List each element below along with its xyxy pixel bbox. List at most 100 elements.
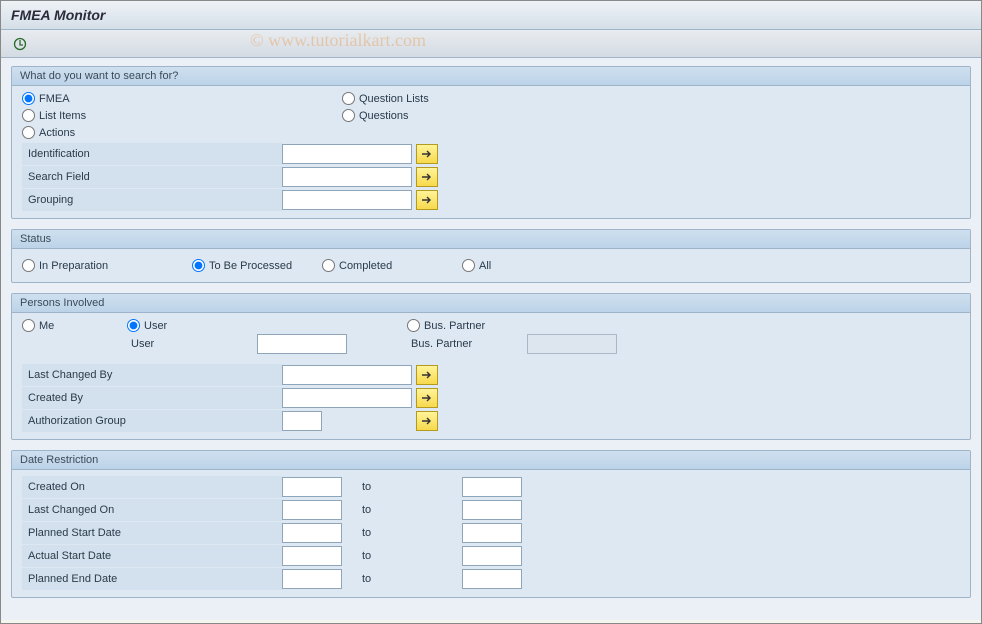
search-field-input[interactable] <box>282 167 412 187</box>
identification-label: Identification <box>22 143 282 165</box>
bus-partner-label: Bus. Partner <box>407 336 527 352</box>
radio-list-items[interactable]: List Items <box>22 109 342 122</box>
actual-start-label: Actual Start Date <box>22 545 282 567</box>
radio-question-lists[interactable]: Question Lists <box>342 92 542 105</box>
planned-end-to-input[interactable] <box>462 569 522 589</box>
content-area: What do you want to search for? FMEA Que… <box>1 58 981 620</box>
radio-me[interactable]: Me <box>22 319 127 332</box>
search-panel: What do you want to search for? FMEA Que… <box>11 66 971 219</box>
identification-select-button[interactable] <box>416 144 438 164</box>
actual-start-from-input[interactable] <box>282 546 342 566</box>
search-field-row: Search Field <box>22 166 960 188</box>
created-by-select-button[interactable] <box>416 388 438 408</box>
grouping-input[interactable] <box>282 190 412 210</box>
last-changed-label: Last Changed On <box>22 499 282 521</box>
bus-partner-input <box>527 334 617 354</box>
created-by-row: Created By <box>22 387 960 409</box>
user-input[interactable] <box>257 334 347 354</box>
grouping-row: Grouping <box>22 189 960 211</box>
last-changed-from-input[interactable] <box>282 500 342 520</box>
radio-question-lists-label: Question Lists <box>359 93 429 105</box>
radio-completed[interactable]: Completed <box>322 259 462 272</box>
planned-start-label: Planned Start Date <box>22 522 282 544</box>
auth-group-label: Authorization Group <box>22 410 282 432</box>
date-row-planned-end: Planned End Date to <box>22 568 960 590</box>
planned-start-from-input[interactable] <box>282 523 342 543</box>
status-panel-header: Status <box>12 230 970 249</box>
status-panel-body: In Preparation To Be Processed Completed… <box>12 249 970 282</box>
to-label: to <box>342 573 462 585</box>
search-field-select-button[interactable] <box>416 167 438 187</box>
planned-end-label: Planned End Date <box>22 568 282 590</box>
radio-to-process-label: To Be Processed <box>209 260 292 272</box>
date-panel-header: Date Restriction <box>12 451 970 470</box>
radio-user-label: User <box>144 320 167 332</box>
arrow-right-icon <box>421 370 433 380</box>
radio-questions[interactable]: Questions <box>342 109 542 122</box>
radio-bp-label: Bus. Partner <box>424 320 485 332</box>
planned-start-to-input[interactable] <box>462 523 522 543</box>
date-row-planned-start: Planned Start Date to <box>22 522 960 544</box>
radio-actions[interactable]: Actions <box>22 126 342 139</box>
radio-fmea[interactable]: FMEA <box>22 92 342 105</box>
radio-questions-label: Questions <box>359 110 409 122</box>
grouping-label: Grouping <box>22 189 282 211</box>
grouping-select-button[interactable] <box>416 190 438 210</box>
to-label: to <box>342 504 462 516</box>
to-label: to <box>342 527 462 539</box>
search-panel-header: What do you want to search for? <box>12 67 970 86</box>
radio-in-prep-label: In Preparation <box>39 260 108 272</box>
created-by-input[interactable] <box>282 388 412 408</box>
toolbar <box>1 30 981 58</box>
persons-panel: Persons Involved Me User Bus. Partner Us… <box>11 293 971 440</box>
search-field-label: Search Field <box>22 166 282 188</box>
last-changed-by-row: Last Changed By <box>22 364 960 386</box>
radio-completed-label: Completed <box>339 260 392 272</box>
created-on-label: Created On <box>22 476 282 498</box>
to-label: to <box>342 481 462 493</box>
user-label: User <box>127 336 257 352</box>
arrow-right-icon <box>421 393 433 403</box>
title-bar: FMEA Monitor <box>1 1 981 30</box>
auth-group-select-button[interactable] <box>416 411 438 431</box>
execute-icon[interactable] <box>11 35 29 53</box>
identification-row: Identification <box>22 143 960 165</box>
date-row-created-on: Created On to <box>22 476 960 498</box>
last-changed-by-select-button[interactable] <box>416 365 438 385</box>
status-panel: Status In Preparation To Be Processed Co… <box>11 229 971 283</box>
radio-list-items-label: List Items <box>39 110 86 122</box>
search-panel-body: FMEA Question Lists List Items Questions… <box>12 86 970 218</box>
date-row-last-changed: Last Changed On to <box>22 499 960 521</box>
radio-user[interactable]: User <box>127 319 257 332</box>
created-on-to-input[interactable] <box>462 477 522 497</box>
last-changed-by-input[interactable] <box>282 365 412 385</box>
date-panel-body: Created On to Last Changed On to Planned… <box>12 470 970 597</box>
last-changed-to-input[interactable] <box>462 500 522 520</box>
auth-group-row: Authorization Group <box>22 410 960 432</box>
arrow-right-icon <box>421 172 433 182</box>
to-label: to <box>342 550 462 562</box>
planned-end-from-input[interactable] <box>282 569 342 589</box>
radio-fmea-label: FMEA <box>39 93 70 105</box>
persons-panel-body: Me User Bus. Partner User Bus. Partner L… <box>12 313 970 439</box>
created-on-from-input[interactable] <box>282 477 342 497</box>
radio-all-label: All <box>479 260 491 272</box>
arrow-right-icon <box>421 195 433 205</box>
radio-bus-partner[interactable]: Bus. Partner <box>407 319 527 332</box>
arrow-right-icon <box>421 149 433 159</box>
page-title: FMEA Monitor <box>11 7 105 23</box>
date-row-actual-start: Actual Start Date to <box>22 545 960 567</box>
radio-all[interactable]: All <box>462 259 491 272</box>
radio-me-label: Me <box>39 320 54 332</box>
created-by-label: Created By <box>22 387 282 409</box>
date-panel: Date Restriction Created On to Last Chan… <box>11 450 971 598</box>
radio-to-be-processed[interactable]: To Be Processed <box>192 259 322 272</box>
last-changed-by-label: Last Changed By <box>22 364 282 386</box>
actual-start-to-input[interactable] <box>462 546 522 566</box>
radio-actions-label: Actions <box>39 127 75 139</box>
arrow-right-icon <box>421 416 433 426</box>
persons-panel-header: Persons Involved <box>12 294 970 313</box>
radio-in-preparation[interactable]: In Preparation <box>22 259 192 272</box>
identification-input[interactable] <box>282 144 412 164</box>
auth-group-input[interactable] <box>282 411 322 431</box>
